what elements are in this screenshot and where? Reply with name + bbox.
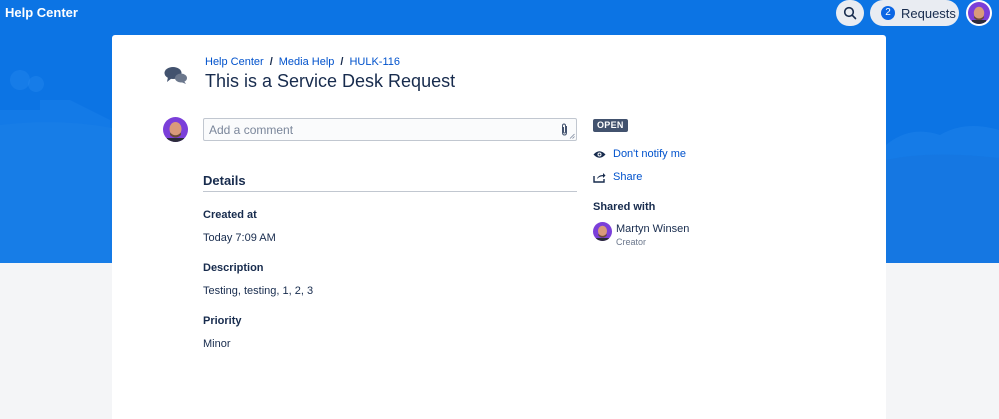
- details-divider: [203, 191, 577, 192]
- description-label: Description: [203, 262, 264, 274]
- paperclip-icon[interactable]: [560, 123, 569, 136]
- requests-button[interactable]: 2 Requests: [870, 0, 959, 26]
- priority-value: Minor: [203, 338, 231, 350]
- share-link[interactable]: Share: [593, 171, 642, 183]
- page-title: This is a Service Desk Request: [205, 71, 456, 91]
- help-center-brand-link[interactable]: Help Center: [5, 5, 78, 20]
- notify-toggle-link[interactable]: Don't notify me: [593, 148, 686, 160]
- breadcrumb-help-center[interactable]: Help Center: [205, 56, 264, 68]
- avatar: [163, 117, 188, 142]
- shared-user-name: Martyn Winsen: [616, 223, 690, 235]
- chat-bubbles-icon: [164, 67, 187, 84]
- request-card: Help Center / Media Help / HULK-116 This…: [112, 35, 886, 419]
- breadcrumb: Help Center / Media Help / HULK-116: [205, 56, 400, 68]
- comment-input[interactable]: Add a comment: [203, 118, 577, 141]
- notify-label: Don't notify me: [613, 148, 687, 160]
- description-value: Testing, testing, 1, 2, 3: [203, 285, 314, 297]
- eye-icon: [593, 150, 606, 158]
- requests-count-badge: 2: [881, 6, 895, 20]
- requests-label: Requests: [901, 5, 956, 21]
- details-heading: Details: [203, 173, 246, 188]
- created-at-value: Today 7:09 AM: [203, 232, 276, 244]
- avatar: [968, 2, 990, 24]
- priority-label: Priority: [203, 315, 242, 327]
- resize-handle-icon[interactable]: [569, 133, 575, 139]
- breadcrumb-media-help[interactable]: Media Help: [279, 56, 335, 68]
- share-icon: [593, 172, 606, 183]
- search-icon: [843, 6, 857, 20]
- top-navigation-bar: Help Center 2 Requests: [0, 0, 999, 26]
- breadcrumb-separator: /: [340, 56, 344, 68]
- user-avatar-button[interactable]: [966, 0, 992, 26]
- share-label: Share: [613, 171, 643, 183]
- shared-with-heading: Shared with: [593, 201, 656, 213]
- breadcrumb-issue-key[interactable]: HULK-116: [349, 56, 400, 68]
- comment-placeholder: Add a comment: [209, 123, 294, 137]
- shared-user-role: Creator: [616, 237, 647, 247]
- status-badge: OPEN: [593, 119, 628, 132]
- breadcrumb-separator: /: [269, 56, 273, 68]
- search-button[interactable]: [836, 0, 864, 26]
- created-at-label: Created at: [203, 209, 257, 221]
- avatar: [593, 222, 612, 241]
